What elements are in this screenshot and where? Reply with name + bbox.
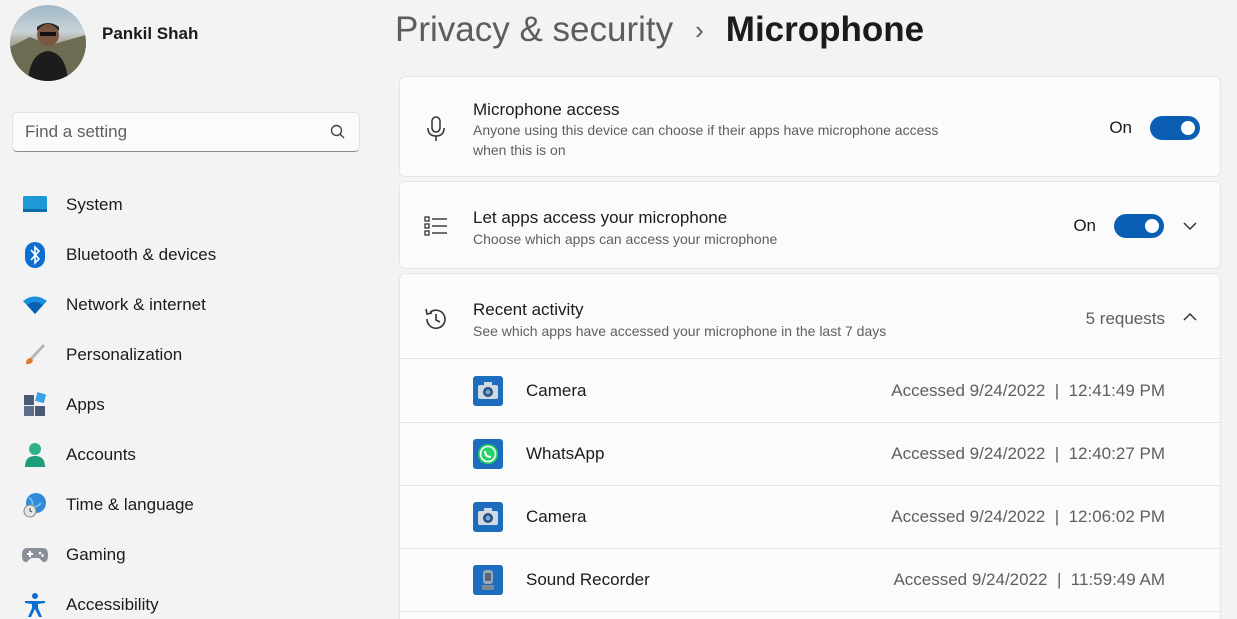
accessibility-icon: [20, 590, 50, 619]
wifi-icon: [20, 290, 50, 320]
access-time: Accessed 9/24/2022 | 12:41:49 PM: [891, 381, 1165, 400]
brush-icon: [20, 340, 50, 370]
sidebar-item-label: Personalization: [66, 345, 183, 364]
microphone-access-title: Microphone access: [473, 100, 620, 119]
app-name: Camera: [526, 381, 587, 400]
list-item: Camera Accessed 9/24/2022 | 12:41:49 PM: [400, 360, 1220, 423]
list-icon: [422, 212, 450, 240]
person-icon: [20, 440, 50, 470]
toggle-state-label: On: [1109, 118, 1132, 137]
toggle-knob: [1181, 121, 1195, 135]
microphone-access-toggle-group: On: [1109, 116, 1200, 140]
chevron-down-icon[interactable]: [1182, 218, 1198, 234]
apps-icon: [20, 390, 50, 420]
sidebar-item-accessibility[interactable]: Accessibility: [20, 580, 370, 619]
microphone-access-card: Microphone access Anyone using this devi…: [399, 76, 1221, 177]
sidebar-item-system[interactable]: System: [20, 180, 370, 230]
sidebar-item-accounts[interactable]: Accounts: [20, 430, 370, 480]
app-name: Camera: [526, 507, 587, 526]
bluetooth-icon: [20, 240, 50, 270]
sidebar-item-label: Apps: [66, 395, 105, 414]
sidebar-item-personalization[interactable]: Personalization: [20, 330, 370, 380]
list-item: Camera Accessed 9/24/2022 | 12:06:02 PM: [400, 486, 1220, 549]
sidebar-item-label: Bluetooth & devices: [66, 245, 217, 264]
microphone-icon: [422, 115, 450, 143]
toggle-knob: [1145, 219, 1159, 233]
breadcrumb-parent[interactable]: Privacy & security: [395, 10, 673, 50]
access-time: Accessed 9/24/2022 | 12:06:02 PM: [891, 507, 1165, 526]
globe-clock-icon: [20, 490, 50, 520]
sidebar-item-label: Accounts: [66, 445, 136, 464]
breadcrumb-separator: ›: [695, 14, 704, 45]
sidebar-item-bluetooth[interactable]: Bluetooth & devices: [20, 230, 370, 280]
sidebar-item-time-language[interactable]: Time & language: [20, 480, 370, 530]
list-item: Sound Recorder Accessed 9/24/2022 | 11:5…: [400, 549, 1220, 612]
breadcrumb: Privacy & security › Microphone: [395, 6, 924, 54]
sidebar-item-label: Time & language: [66, 495, 194, 514]
search-icon[interactable]: [329, 123, 347, 141]
sidebar-item-label: Network & internet: [66, 295, 206, 314]
recent-activity-section: Recent activity See which apps have acce…: [399, 273, 1221, 619]
recent-activity-title: Recent activity: [473, 300, 584, 319]
sound-recorder-icon: [473, 565, 503, 595]
access-time: Accessed 9/24/2022 | 12:40:27 PM: [891, 444, 1165, 463]
app-access-toggle[interactable]: [1114, 214, 1164, 238]
search-box[interactable]: Find a setting: [12, 112, 360, 152]
app-name: Sound Recorder: [526, 570, 650, 589]
sidebar-item-network[interactable]: Network & internet: [20, 280, 370, 330]
microphone-access-desc-1: Anyone using this device can choose if t…: [473, 122, 939, 138]
whatsapp-icon: [473, 439, 503, 469]
camera-icon: [473, 376, 503, 406]
user-profile[interactable]: Pankil Shah: [10, 5, 198, 81]
toggle-state-label: On: [1073, 216, 1096, 235]
camera-icon: [473, 502, 503, 532]
chevron-up-icon[interactable]: [1182, 309, 1198, 325]
app-name: WhatsApp: [526, 444, 605, 463]
sidebar-item-gaming[interactable]: Gaming: [20, 530, 370, 580]
app-access-title: Let apps access your microphone: [473, 208, 728, 227]
app-access-desc: Choose which apps can access your microp…: [473, 231, 778, 247]
sidebar-item-apps[interactable]: Apps: [20, 380, 370, 430]
list-item: WhatsApp Accessed 9/24/2022 | 12:40:27 P…: [400, 423, 1220, 486]
microphone-access-desc-2: when this is on: [473, 142, 566, 158]
recent-activity-header[interactable]: Recent activity See which apps have acce…: [400, 274, 1220, 359]
app-access-toggle-group: On: [1073, 214, 1164, 238]
recent-activity-desc: See which apps have accessed your microp…: [473, 323, 887, 339]
sidebar-item-label: Accessibility: [66, 595, 159, 614]
sidebar-item-label: System: [66, 195, 123, 214]
profile-name: Pankil Shah: [102, 24, 199, 43]
gamepad-icon: [20, 540, 50, 570]
page-title: Microphone: [725, 10, 925, 49]
avatar: [10, 5, 86, 81]
sidebar: Pankil Shah Find a setting System Blueto…: [0, 0, 380, 619]
system-icon: [20, 190, 50, 220]
nav-list: System Bluetooth & devices Network & int…: [20, 180, 370, 619]
request-count: 5 requests: [1085, 309, 1165, 328]
sidebar-item-label: Gaming: [66, 545, 126, 564]
microphone-access-toggle[interactable]: [1150, 116, 1200, 140]
app-access-card[interactable]: Let apps access your microphone Choose w…: [399, 181, 1221, 269]
history-icon: [422, 305, 450, 333]
search-input[interactable]: Find a setting: [25, 122, 329, 142]
access-time: Accessed 9/24/2022 | 11:59:49 AM: [893, 570, 1165, 589]
